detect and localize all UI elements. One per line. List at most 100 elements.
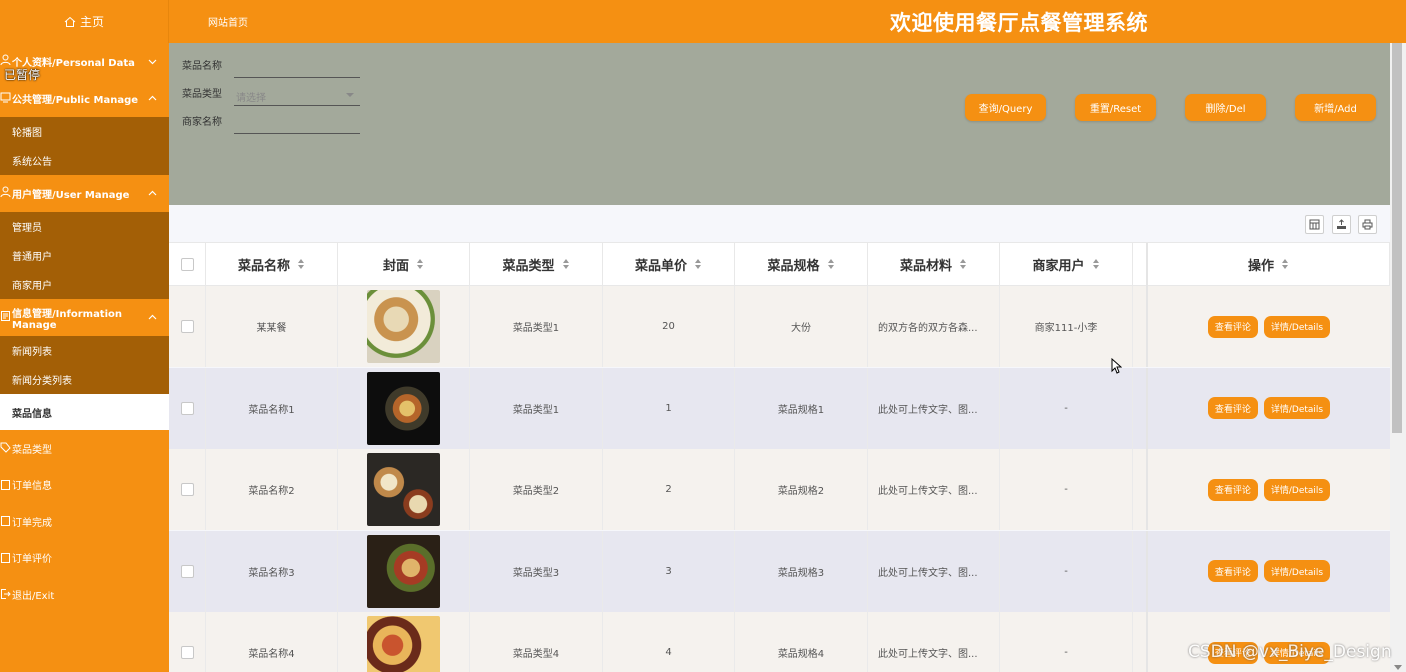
row-checkbox[interactable] <box>180 564 194 578</box>
cell-cover <box>338 286 470 367</box>
column-header-price[interactable]: 菜品单价 <box>603 243 735 286</box>
details-button[interactable]: 详情/Details <box>1263 560 1331 582</box>
scroll-down-arrow-icon[interactable] <box>1394 665 1402 670</box>
sort-icon[interactable] <box>1092 259 1100 270</box>
cell-material: 此处可上传文字、图... <box>868 449 1000 530</box>
select-all-checkbox[interactable] <box>180 258 194 271</box>
view-comments-button[interactable]: 查看评论 <box>1207 397 1258 419</box>
caret-down-icon <box>346 93 354 97</box>
table-area: 菜品名称 封面 菜品类型 菜品单价 菜品规格 菜品材料 商家用户 操作 某某餐菜… <box>169 205 1390 672</box>
column-header-dish-type[interactable]: 菜品类型 <box>470 243 603 286</box>
delete-button[interactable]: 删除/Del <box>1185 94 1266 121</box>
column-header-spec[interactable]: 菜品规格 <box>735 243 868 286</box>
print-button[interactable] <box>1358 215 1377 234</box>
cell-dish-name: 菜品名称2 <box>206 449 338 530</box>
view-comments-button[interactable]: 查看评论 <box>1207 478 1258 501</box>
public-icon <box>0 92 11 103</box>
cell-dish-type: 菜品类型1 <box>470 367 603 449</box>
sidebar-item-merchant-user[interactable]: 商家用户 <box>0 270 169 299</box>
menu-group-public-manage[interactable]: 公共管理/Public Manage <box>0 80 169 117</box>
table-row: 菜品名称2 菜品类型2 2 菜品规格2 此处可上传文字、图... - 查看评论 详情/Deta… <box>169 449 1390 530</box>
sidebar-item-normal-user[interactable]: 普通用户 <box>0 241 169 270</box>
sort-icon[interactable] <box>695 259 702 270</box>
sidebar-item-announcement[interactable]: 系统公告 <box>0 146 169 175</box>
details-button[interactable]: 详情/Details <box>1263 315 1331 338</box>
sort-icon[interactable] <box>1282 259 1289 270</box>
cell-spec: 菜品规格4 <box>735 612 868 672</box>
column-header-label: 菜品材料 <box>899 259 952 274</box>
menu-group-information-manage[interactable]: 信息管理/Information Manage <box>0 299 169 336</box>
row-select-cell <box>169 449 206 530</box>
cell-dish-type: 菜品类型3 <box>470 530 603 612</box>
view-comments-button[interactable]: 查看评论 <box>1207 315 1258 338</box>
sidebar-item-admin[interactable]: 管理员 <box>0 212 169 241</box>
view-comments-button[interactable]: 查看评论 <box>1207 560 1258 582</box>
cell-material: 此处可上传文字、图... <box>868 612 1000 672</box>
cell-dish-type: 菜品类型4 <box>470 612 603 672</box>
cell-cover <box>338 530 470 612</box>
row-checkbox[interactable] <box>180 646 194 659</box>
row-select-cell <box>169 530 206 612</box>
sidebar-item-news-list[interactable]: 新闻列表 <box>0 336 169 365</box>
sidebar-item-carousel[interactable]: 轮播图 <box>0 117 169 146</box>
cell-merchant: - <box>1000 612 1133 672</box>
sidebar-item-order-review[interactable]: 订单评价 <box>0 540 169 577</box>
cell-actions: 查看评论 详情/Details <box>1146 530 1390 612</box>
column-header-actions[interactable]: 操作 <box>1146 243 1390 286</box>
menu-group-user-manage[interactable]: 用户管理/User Manage <box>0 175 169 212</box>
sidebar-item-exit[interactable]: 退出/Exit <box>0 576 169 613</box>
menu-group-label: 公共管理/Public Manage <box>12 95 139 106</box>
info-icon <box>1 311 10 321</box>
sidebar-item-order-done[interactable]: 订单完成 <box>0 503 169 540</box>
users-icon <box>0 186 11 198</box>
cell-actions: 查看评论 详情/Details <box>1146 286 1390 367</box>
table-row: 某某餐 菜品类型1 20 大份 的双方各的双方各森... 商家111-小李 查看评论 详情/D… <box>169 286 1390 367</box>
row-checkbox[interactable] <box>180 401 194 415</box>
site-home-link[interactable]: 网站首页 <box>208 14 248 29</box>
sort-icon[interactable] <box>827 259 835 270</box>
dish-name-input[interactable] <box>234 56 360 78</box>
column-header-material[interactable]: 菜品材料 <box>868 243 1000 286</box>
order-icon <box>1 479 10 490</box>
dish-type-select[interactable]: 请选择 <box>234 84 360 106</box>
column-header-dish-name[interactable]: 菜品名称 <box>206 243 338 286</box>
dish-cover-image <box>367 534 440 608</box>
cell-dish-type: 菜品类型2 <box>470 449 603 530</box>
sidebar-item-dish-type[interactable]: 菜品类型 <box>0 430 169 467</box>
column-header-label: 封面 <box>382 259 409 274</box>
print-icon <box>1362 219 1373 230</box>
home-button[interactable]: 主页 <box>0 0 169 43</box>
details-button[interactable]: 详情/Details <box>1263 478 1331 501</box>
row-checkbox[interactable] <box>180 320 194 333</box>
dish-type-field: 菜品类型 请选择 <box>182 84 360 106</box>
column-header-cover[interactable]: 封面 <box>338 243 470 286</box>
reset-button[interactable]: 重置/Reset <box>1075 94 1156 121</box>
export-button[interactable] <box>1332 215 1351 234</box>
cell-material: 的双方各的双方各森... <box>868 286 1000 367</box>
sidebar-item-news-category[interactable]: 新闻分类列表 <box>0 365 169 394</box>
sort-icon[interactable] <box>298 259 305 270</box>
system-title: 欢迎使用餐厅点餐管理系统 <box>890 11 1148 35</box>
query-button[interactable]: 查询/Query <box>965 94 1046 121</box>
column-filter-button[interactable] <box>1305 215 1324 234</box>
paused-overlay-label: 已暂停 <box>4 68 41 82</box>
column-header-merchant[interactable]: 商家用户 <box>1000 243 1133 286</box>
submenu-information-manage: 新闻列表 新闻分类列表 菜品信息 <box>0 336 169 430</box>
cell-price: 4 <box>603 612 735 672</box>
column-header-label: 商家用户 <box>1032 259 1085 274</box>
sort-icon[interactable] <box>562 259 570 270</box>
cell-price: 2 <box>603 449 735 530</box>
vertical-scrollbar[interactable] <box>1390 43 1406 672</box>
sort-icon[interactable] <box>417 259 424 270</box>
merchant-name-input[interactable] <box>234 112 360 134</box>
submenu-user-manage: 管理员 普通用户 商家用户 <box>0 212 169 299</box>
details-button[interactable]: 详情/Details <box>1263 397 1331 419</box>
header-select-all-cell <box>169 243 206 286</box>
add-button[interactable]: 新增/Add <box>1295 94 1376 121</box>
table-row: 菜品名称1 菜品类型1 1 菜品规格1 此处可上传文字、图... - 查看评论 详情/Deta… <box>169 367 1390 449</box>
sidebar-item-dish-info[interactable]: 菜品信息 <box>0 394 169 430</box>
row-checkbox[interactable] <box>180 483 194 496</box>
sort-icon[interactable] <box>960 259 967 270</box>
scrollbar-thumb[interactable] <box>1392 43 1402 433</box>
sidebar-item-order-info[interactable]: 订单信息 <box>0 467 169 504</box>
